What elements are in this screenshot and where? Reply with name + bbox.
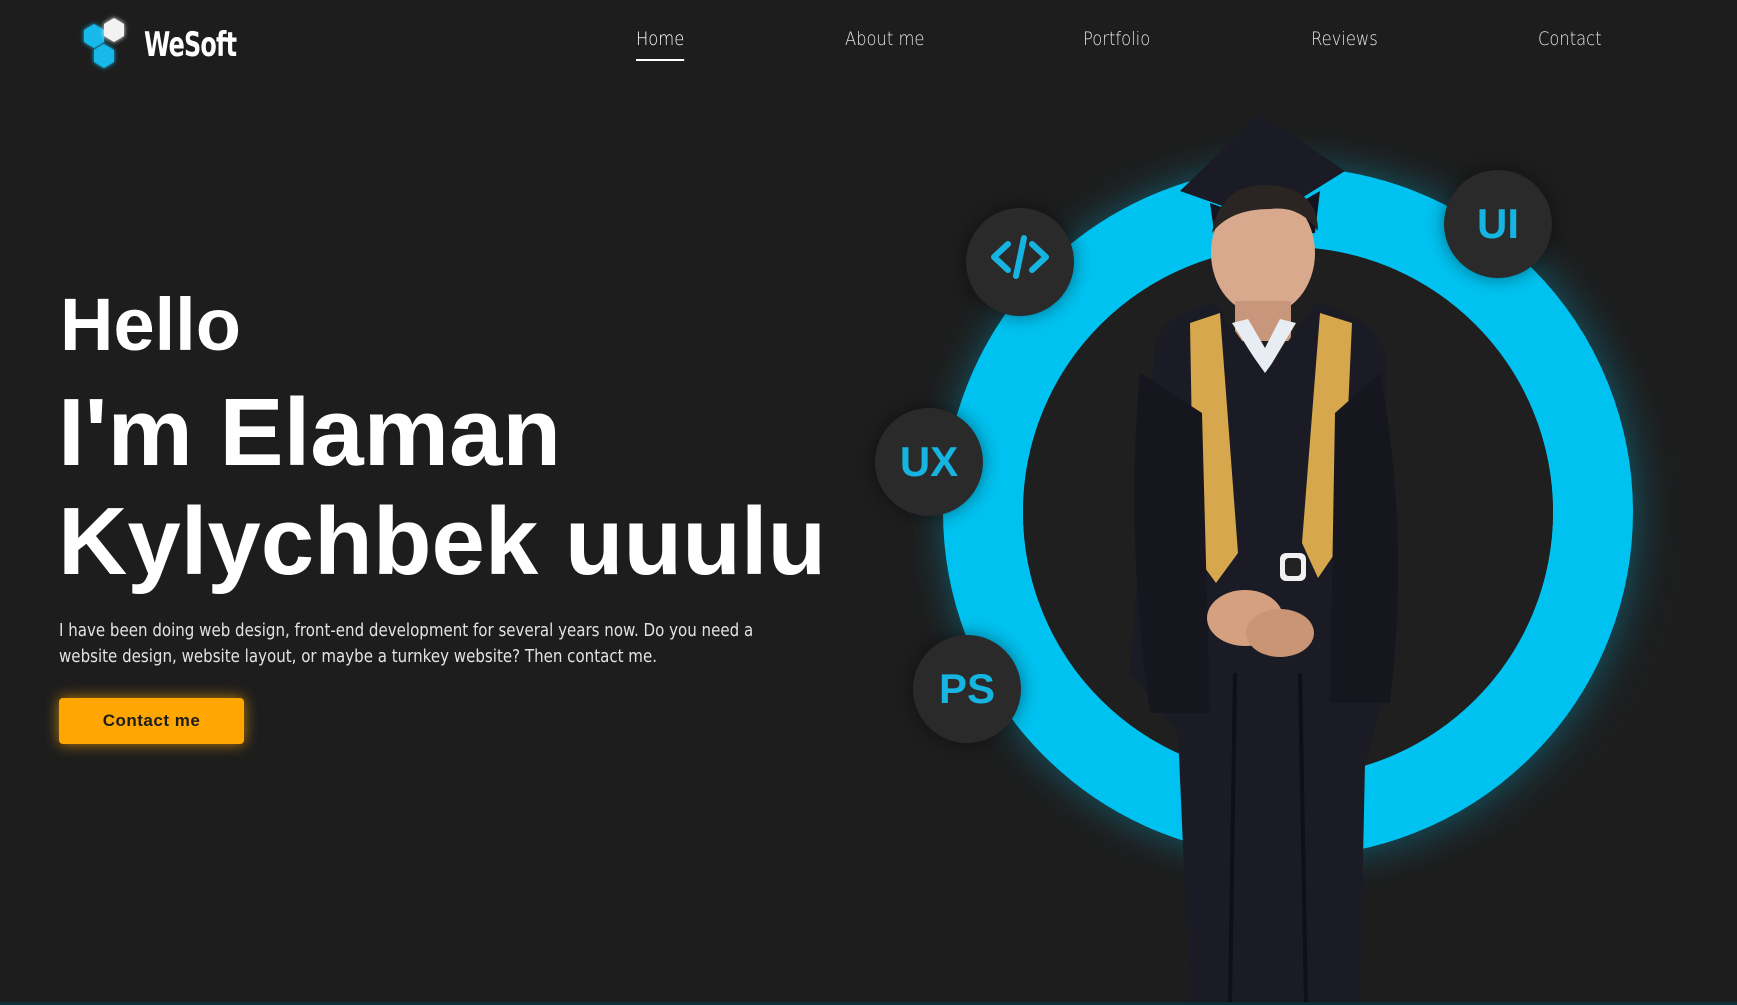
- nav-reviews-label: Reviews: [1311, 28, 1378, 50]
- skill-badge-ps: PS: [913, 635, 1021, 743]
- nav-home-label: Home: [636, 28, 685, 50]
- hero-description: I have been doing web design, front-end …: [59, 621, 754, 667]
- nav-about-me[interactable]: About me: [845, 28, 924, 50]
- hero-name-line-2: Kylychbek uuulu: [58, 488, 827, 595]
- skill-badge-code: [966, 208, 1074, 316]
- nav-contact[interactable]: Contact: [1538, 28, 1602, 50]
- hero-greeting: Hello: [60, 283, 241, 366]
- main-nav: Home About me Portfolio Reviews Contact: [0, 28, 1737, 68]
- nav-active-underline: [636, 59, 685, 61]
- hero-name-line-1: I'm Elaman: [58, 379, 562, 486]
- nav-reviews[interactable]: Reviews: [1311, 28, 1378, 50]
- site-header: WeSoft Home About me Portfolio Reviews C…: [0, 0, 1737, 100]
- nav-portfolio-label: Portfolio: [1083, 28, 1151, 50]
- profile-photo: [1120, 113, 1440, 1005]
- skill-badge-ui: UI: [1444, 170, 1552, 278]
- skill-badge-ux: UX: [875, 408, 983, 516]
- nav-about-me-label: About me: [845, 28, 925, 50]
- contact-me-button[interactable]: Contact me: [59, 698, 244, 744]
- nav-portfolio[interactable]: Portfolio: [1083, 28, 1150, 50]
- nav-home[interactable]: Home: [636, 28, 685, 61]
- nav-contact-label: Contact: [1538, 28, 1602, 50]
- code-icon: [988, 232, 1052, 292]
- page: WeSoft Home About me Portfolio Reviews C…: [0, 0, 1737, 1005]
